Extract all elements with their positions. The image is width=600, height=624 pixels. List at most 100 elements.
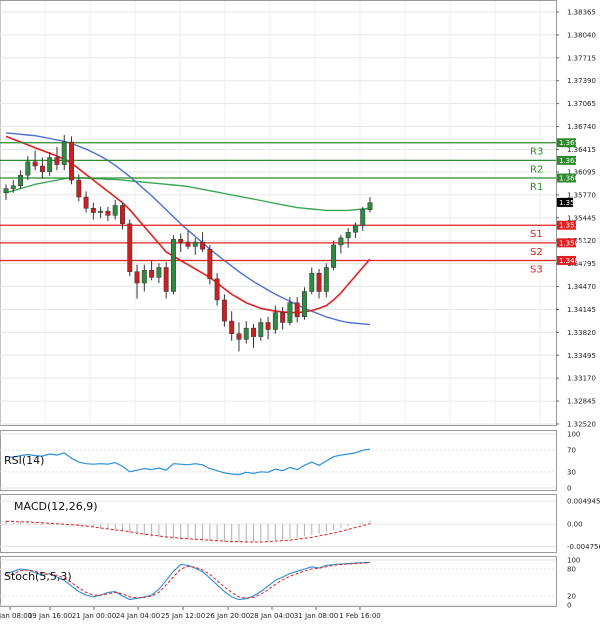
candle-up [323,267,329,292]
candle-up [338,237,344,246]
candle-up [170,239,176,292]
candle-up [309,272,315,292]
candle-down [221,299,227,322]
level-tag-s1: 1.35340 [559,222,588,230]
candle-up [360,209,366,226]
candle-down [32,161,38,167]
candle-down [76,179,82,198]
price-tick-label: 1.33170 [567,375,596,383]
candle-down [90,208,96,213]
macd-tick-label: 0.004945 [567,498,600,506]
candle-up [352,224,358,233]
candle-up [18,174,24,186]
current-price-tag-text: 1.35664 [559,199,588,207]
candle-up [272,312,278,330]
candle-down [207,248,213,280]
candle-down [105,210,111,216]
candle-up [367,202,373,210]
stoch-tick-label: 20 [567,593,576,601]
price-tick-label: 1.37390 [567,77,596,85]
rsi-tick-label: 30 [567,468,576,476]
level-tag-s2: 1.35090 [559,239,588,247]
level-tag-r2: 1.36260 [559,157,588,165]
level-name-s3: S3 [530,264,543,275]
candle-up [47,157,53,172]
level-name-s1: S1 [530,229,543,240]
candle-down [127,223,133,272]
time-tick-label: 19 Jan 16:00 [28,612,72,620]
macd-label: MACD(12,26,9) [14,500,98,513]
main-panel-frame [0,0,557,426]
rsi-tick-label: 70 [567,447,576,455]
candle-up [345,232,351,239]
price-tick-label: 1.37715 [567,54,596,62]
current-price-tag: 1.35664 [557,197,588,207]
candle-down [69,141,74,181]
rsi-axis: 100 70 30 0 [567,431,580,493]
candle-down [163,267,169,292]
candle-up [192,241,198,247]
candle-down [185,241,191,247]
price-tick-label: 1.36740 [567,123,596,131]
candle-down [294,302,300,318]
candle-down [200,241,206,250]
rsi-tick-label: 0 [567,485,571,493]
price-tick-label: 1.37065 [567,100,596,108]
rsi-label: RSI(14) [4,454,44,467]
candle-up [258,322,264,337]
stoch-panel-frame [0,556,557,607]
rsi-panel-frame [0,430,557,491]
candle-down [280,312,286,323]
level-name-s2: S2 [530,247,543,258]
macd-tick-label: 0.00 [567,521,583,529]
time-tick-label: 31 Jan 08:00 [294,612,338,620]
candle-down [83,196,89,209]
candle-up [25,161,31,176]
stoch-tick-label: 0 [567,602,571,610]
macd-tick-label: -0.004756 [567,543,600,551]
level-tag-r3: 1.36510 [559,139,588,147]
time-tick-label: 28 Jan 04:00 [250,612,294,620]
stoch-label: Stoch(5,5,3) [4,570,72,583]
level-name-r3: R3 [530,147,543,158]
stoch-tick-label: 100 [567,557,580,565]
time-axis: 18 Jan 08:0019 Jan 16:0021 Jan 00:0024 J… [0,607,381,620]
level-name-r1: R1 [530,182,543,193]
candle-up [287,302,293,323]
macd-axis: 0.004945 0.00 -0.004756 [567,498,600,551]
candle-up [243,327,249,340]
candle-down [229,320,235,335]
price-tick-label: 1.32845 [567,398,596,406]
time-tick-label: 25 Jan 12:00 [161,612,205,620]
time-tick-label: 24 Jan 04:00 [116,612,160,620]
price-tick-label: 1.32520 [567,421,596,429]
candle-down [251,327,256,337]
time-tick-label: 21 Jan 00:00 [72,612,116,620]
candle-up [156,267,162,278]
price-tick-label: 1.33495 [567,352,596,360]
level-name-r2: R2 [530,164,543,175]
stoch-tick-label: 80 [567,566,576,574]
level-tag-r1: 1.36010 [559,174,588,182]
candle-down [178,239,184,243]
price-tick-label: 1.38040 [567,31,596,39]
candle-down [149,270,155,278]
candle-up [61,141,67,165]
price-axis: 1.38365 1.38040 1.37715 1.37390 1.37065 1.367… [556,8,596,429]
candle-down [265,322,271,330]
candle-up [98,210,104,213]
candle-down [134,271,140,284]
time-tick-label: 26 Jan 20:00 [206,612,250,620]
candle-down [214,278,220,301]
stoch-axis: 10080 200 [567,557,580,610]
candle-down [316,272,322,292]
level-tag-s3: 1.34840 [559,257,588,265]
candle-down [54,157,60,165]
candle-up [10,185,16,189]
candle-up [112,205,118,216]
price-tick-label: 1.34470 [567,283,596,291]
candle-up [331,244,337,268]
price-tick-label: 1.38365 [567,8,596,16]
candle-down [120,205,125,225]
price-tick-label: 1.34145 [567,306,596,314]
